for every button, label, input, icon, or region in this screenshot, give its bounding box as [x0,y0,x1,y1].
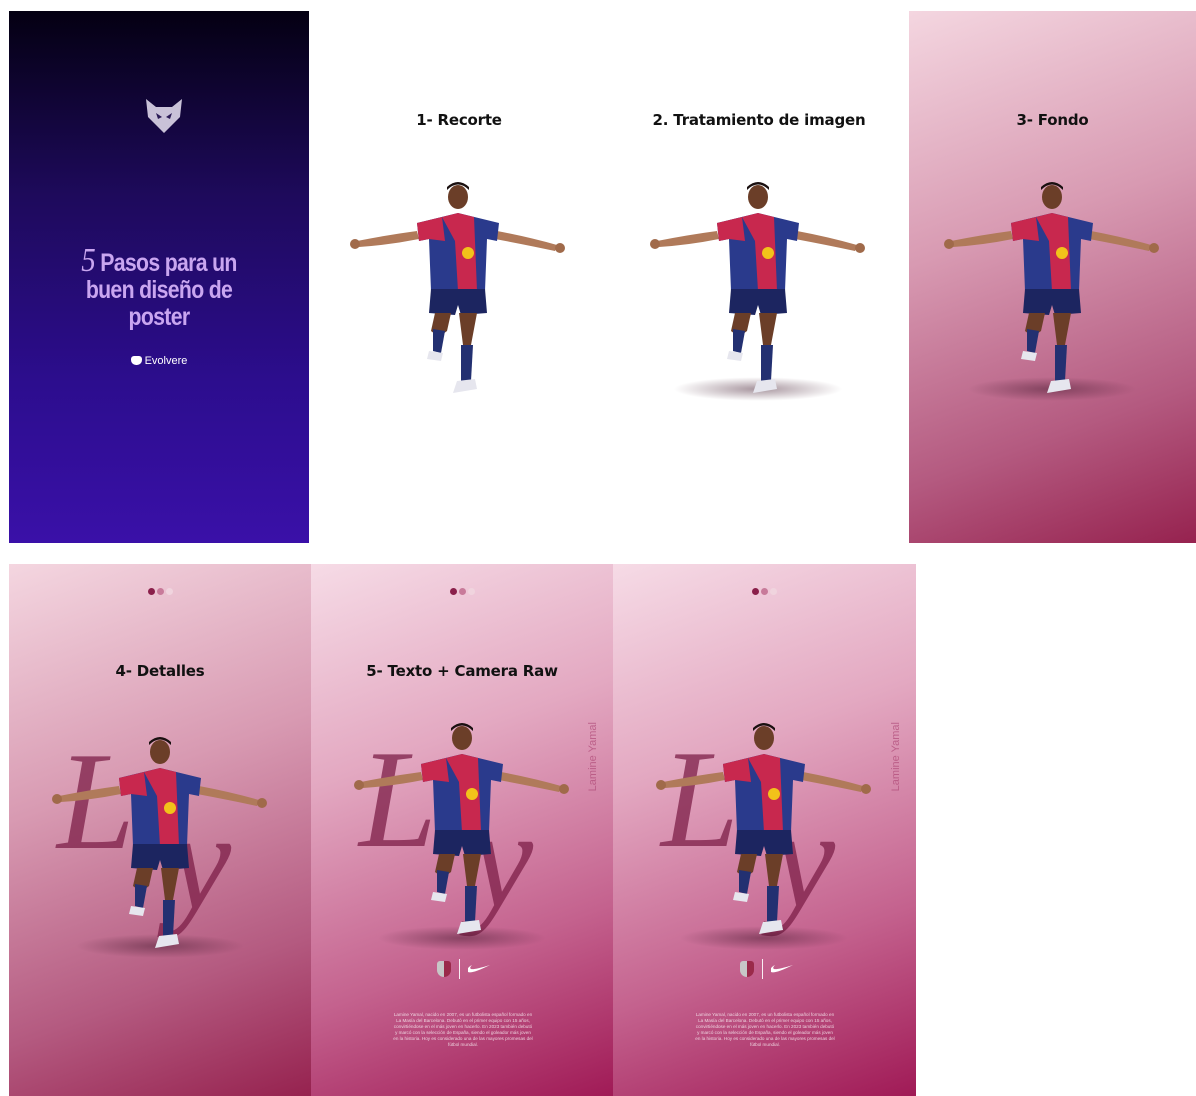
step-3-panel: 3- Fondo [909,11,1196,543]
step-2-panel: 2. Tratamiento de imagen [609,11,909,543]
player-on-background [944,182,1159,393]
dot [458,588,466,595]
dot [156,588,164,595]
swoosh-icon [468,965,490,973]
dot-active [752,588,759,595]
brand-mini-logo-icon [130,356,142,365]
fox-logo-icon [146,99,182,133]
dot [770,588,777,595]
player-with-details [52,737,267,948]
final-poster-panel: Lamine Yamal L y Lamine Yamal, nacido en… [613,564,916,1096]
cover-line-2: buen diseño de [85,276,233,304]
cover-headline: 5 Pasos para un buen diseño de poster [32,244,287,331]
swoosh-icon [771,965,793,973]
step-1-title: 1- Recorte [416,111,502,129]
dot-active [147,588,155,595]
cover-line-1: Pasos para un [100,249,237,277]
step-4-title: 4- Detalles [115,662,205,680]
player-description: Lamine Yamal, nacido en 2007, es un futb… [695,1012,835,1047]
step-1-panel: 1- Recorte [309,11,609,543]
side-name: Lamine Yamal [890,722,902,792]
step-2-title: 2. Tratamiento de imagen [652,111,866,129]
sponsor-logos [437,958,490,980]
sponsor-logos [740,958,793,980]
player-cutout [350,182,565,393]
step-4-panel: 4- Detalles L y [9,564,311,1096]
club-crest-icon [740,961,754,977]
logo-divider [762,959,763,979]
player-treated [650,182,865,393]
step-5-panel: 5- Texto + Camera Raw Lamine Yamal L y L… [311,564,613,1096]
carousel-dots [9,582,311,600]
dot [761,588,768,595]
dot [165,588,173,595]
side-name: Lamine Yamal [587,722,599,792]
club-crest-icon [437,961,451,977]
cover-brand: Evolvere [9,355,309,367]
logo-divider [459,959,460,979]
player-final [656,723,871,934]
dot [467,588,475,595]
dot-active [449,588,457,595]
carousel-dots [613,582,916,600]
cover-panel: 5 Pasos para un buen diseño de poster Ev… [9,11,309,543]
cover-number: 5 [81,242,96,279]
carousel-dots [311,582,613,600]
brand-name: Evolvere [144,355,188,367]
step-3-title: 3- Fondo [1016,111,1089,129]
cover-line-3: poster [128,303,191,331]
player-final [354,723,569,934]
player-description: Lamine Yamal, nacido en 2007, es un futb… [393,1012,533,1047]
step-5-title: 5- Texto + Camera Raw [366,662,558,680]
